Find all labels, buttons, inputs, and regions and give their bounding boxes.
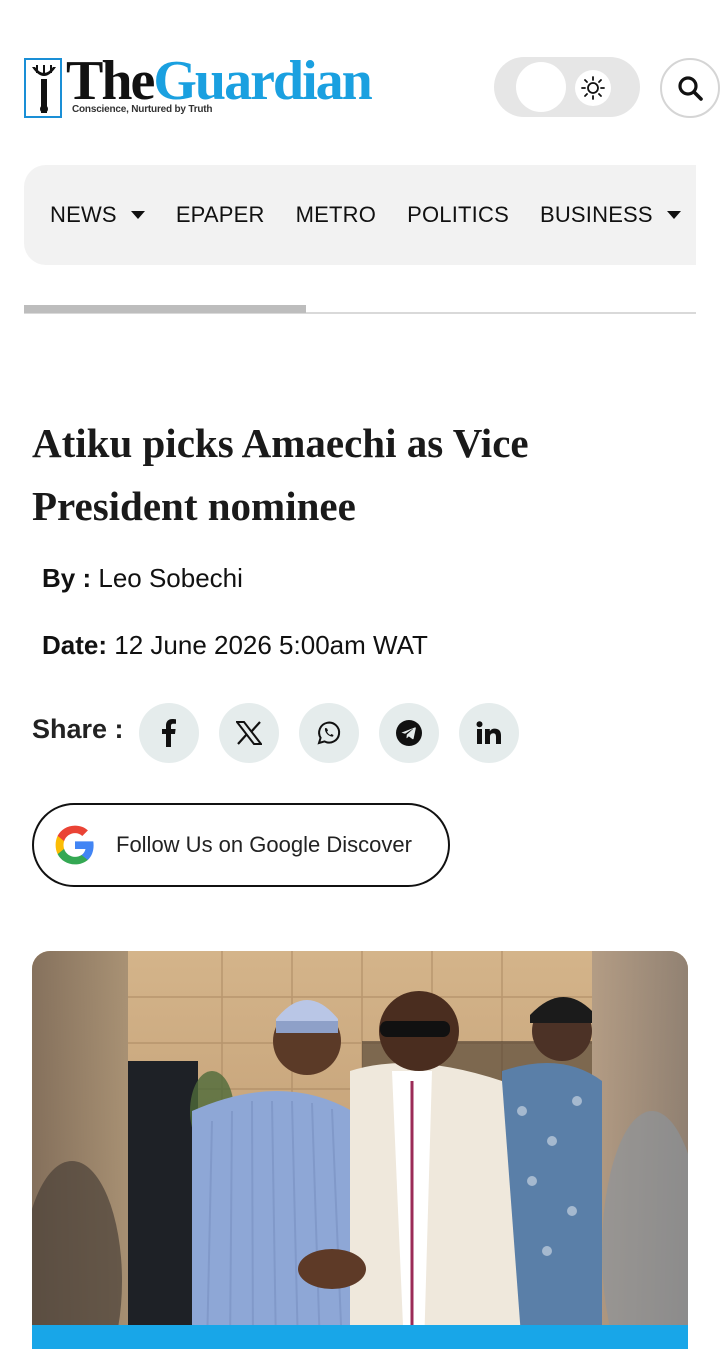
search-button[interactable]: [660, 58, 720, 118]
share-whatsapp-button[interactable]: [299, 703, 359, 763]
site-logo[interactable]: TheGuardian Conscience, Nurtured by Trut…: [24, 50, 373, 118]
telegram-icon: [396, 720, 422, 746]
nav-item-business[interactable]: BUSINESS: [540, 202, 681, 228]
nav-item-politics[interactable]: POLITICS: [407, 202, 509, 228]
date-value: 12 June 2026 5:00am WAT: [114, 630, 428, 660]
nav-item-metro[interactable]: METRO: [296, 202, 376, 228]
share-x-button[interactable]: [219, 703, 279, 763]
site-header: TheGuardian Conscience, Nurtured by Trut…: [0, 0, 720, 150]
share-linkedin-button[interactable]: [459, 703, 519, 763]
theme-toggle[interactable]: [494, 57, 640, 117]
linkedin-icon: [476, 721, 501, 744]
share-facebook-button[interactable]: [139, 703, 199, 763]
article-byline: By : Leo Sobechi: [42, 563, 243, 594]
main-nav: NEWS EPAPER METRO POLITICS BUSINESS: [24, 165, 696, 265]
article-headline: Atiku picks Amaechi as Vice President no…: [32, 420, 529, 529]
article-date: Date: 12 June 2026 5:00am WAT: [42, 630, 428, 661]
nav-item-news[interactable]: NEWS: [50, 202, 145, 228]
share-label: Share :: [32, 714, 124, 744]
google-g-icon: [55, 825, 94, 865]
logo-emblem-icon: [24, 58, 62, 118]
search-icon: [678, 76, 703, 101]
sun-icon: [575, 70, 611, 106]
byline-label: By :: [42, 563, 92, 593]
author-name[interactable]: Leo Sobechi: [98, 563, 243, 593]
whatsapp-icon: [317, 721, 341, 745]
chevron-down-icon: [666, 211, 681, 219]
facebook-icon: [162, 719, 176, 747]
logo-tagline: Conscience, Nurtured by Truth: [72, 104, 213, 115]
date-label: Date:: [42, 630, 108, 660]
article-photo-illustration: [32, 951, 688, 1349]
article-photo[interactable]: [32, 951, 688, 1349]
nav-item-epaper[interactable]: EPAPER: [176, 202, 265, 228]
nav-scroll-thumb[interactable]: [24, 305, 306, 313]
photo-caption-bar: [32, 1325, 688, 1349]
google-discover-label: Follow Us on Google Discover: [116, 832, 412, 857]
google-discover-button[interactable]: Follow Us on Google Discover: [32, 803, 450, 887]
logo-wordmark: TheGuardian: [66, 50, 373, 112]
toggle-knob: [516, 62, 566, 112]
chevron-down-icon: [130, 211, 145, 219]
share-telegram-button[interactable]: [379, 703, 439, 763]
x-icon: [236, 721, 262, 745]
